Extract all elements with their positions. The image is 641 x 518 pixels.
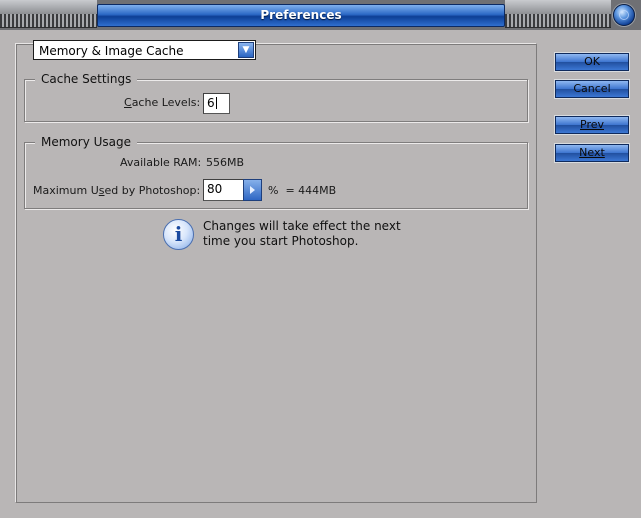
next-button[interactable]: Next [555,144,629,162]
title-bar-grip-right [505,0,611,28]
title-bar[interactable]: Preferences [0,0,641,30]
chevron-right-icon[interactable] [243,179,262,201]
preferences-section-select[interactable]: Memory & Image Cache ▼ [33,40,256,60]
restart-notice-line-1: Changes will take effect the next [203,219,401,233]
memory-usage-group: Memory Usage [24,135,528,209]
restart-notice: Changes will take effect the next time y… [203,219,423,249]
ok-button[interactable]: OK [555,53,629,71]
cancel-button[interactable]: Cancel [555,80,629,98]
restart-notice-line-2: time you start Photoshop. [203,234,359,248]
available-ram-value: 556MB [206,156,245,169]
max-used-label: Maximum Used by Photoshop: [33,184,201,197]
preferences-section-value: Memory & Image Cache [39,44,184,58]
max-used-percent-result: % = 444MB [268,184,337,197]
cache-levels-label: Cache Levels: [124,96,201,109]
cache-settings-legend: Cache Settings [35,72,138,86]
max-used-input[interactable]: 80 [203,179,244,201]
window-title: Preferences [97,4,505,27]
prev-button[interactable]: Prev [555,116,629,134]
cache-settings-group: Cache Settings [24,72,528,122]
cache-levels-input[interactable]: 6 [203,93,230,114]
memory-usage-legend: Memory Usage [35,135,138,149]
close-icon[interactable] [613,4,635,26]
info-icon: i [163,219,194,250]
chevron-down-icon[interactable]: ▼ [238,42,254,58]
title-bar-grip-left [0,0,97,28]
available-ram-label: Available RAM: [120,156,202,169]
